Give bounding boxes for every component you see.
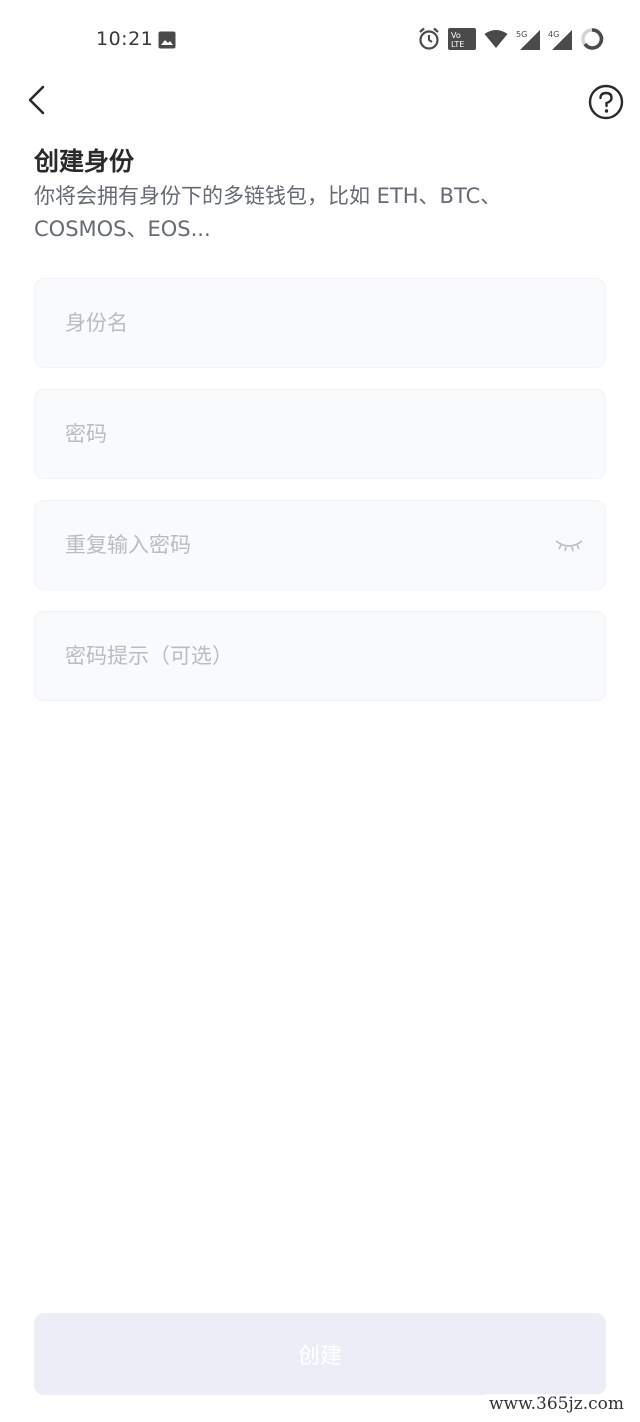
identity-name-field	[34, 278, 606, 368]
repeat-password-field	[34, 500, 606, 590]
wifi-icon	[484, 29, 508, 49]
signal-4g-icon: 4G	[548, 28, 572, 50]
status-time: 10:21	[96, 28, 154, 50]
svg-text:LTE: LTE	[451, 40, 464, 49]
page-subtitle: 你将会拥有身份下的多链钱包，比如 ETH、BTC、COSMOS、EOS...	[34, 184, 502, 241]
status-bar: 10:21 Vo LTE 5G 4G	[0, 0, 640, 80]
svg-text:5G: 5G	[516, 30, 527, 39]
password-input[interactable]	[35, 390, 605, 478]
password-hint-field	[34, 611, 606, 701]
page-title: 创建身份	[34, 147, 135, 176]
svg-text:4G: 4G	[548, 30, 559, 39]
battery-icon	[580, 27, 604, 51]
svg-text:Vo: Vo	[451, 31, 461, 40]
identity-name-input[interactable]	[35, 279, 605, 367]
gallery-icon	[158, 31, 176, 49]
password-field	[34, 389, 606, 479]
signal-5g-icon: 5G	[516, 28, 540, 50]
help-button[interactable]	[586, 82, 626, 122]
volte-icon: Vo LTE	[448, 28, 476, 50]
repeat-password-input[interactable]	[35, 501, 605, 589]
back-button[interactable]	[16, 80, 56, 120]
alarm-icon	[418, 27, 440, 51]
question-circle-icon	[588, 84, 624, 120]
create-button[interactable]: 创建	[34, 1313, 606, 1395]
watermark: www.365jz.com	[485, 1394, 628, 1414]
status-icons: Vo LTE 5G 4G	[418, 27, 604, 51]
eye-closed-icon[interactable]	[553, 535, 585, 555]
chevron-left-icon	[28, 85, 45, 115]
password-hint-input[interactable]	[35, 612, 605, 700]
